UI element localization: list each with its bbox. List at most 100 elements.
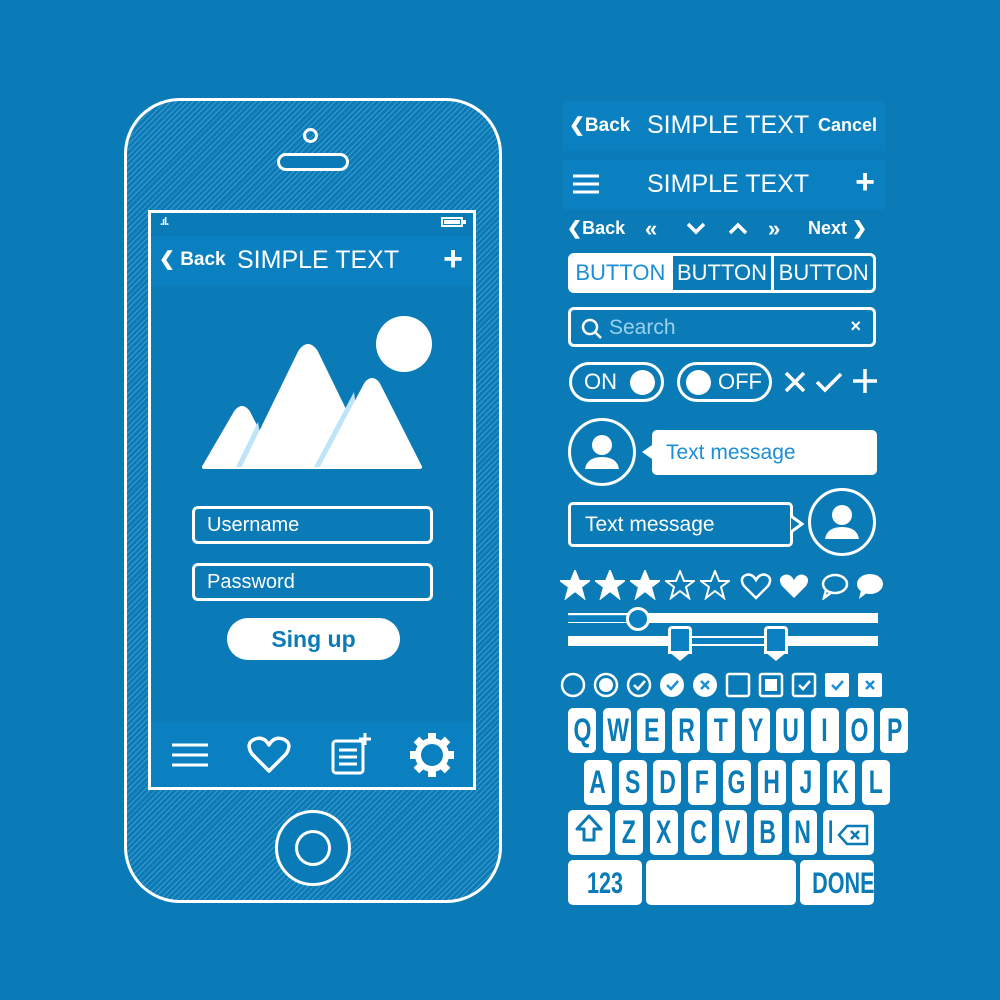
double-chevron-left-icon[interactable]: « bbox=[645, 216, 657, 242]
star-outline-icon[interactable] bbox=[663, 568, 697, 601]
key-x[interactable]: X bbox=[649, 810, 678, 855]
key-k[interactable]: K bbox=[826, 760, 855, 805]
star-rating[interactable] bbox=[558, 568, 735, 605]
shift-key[interactable] bbox=[568, 810, 610, 855]
star-filled-icon[interactable] bbox=[558, 568, 592, 601]
radio-check-outline-icon[interactable] bbox=[626, 672, 652, 698]
key-e[interactable]: E bbox=[637, 708, 666, 753]
key-g[interactable]: G bbox=[722, 760, 751, 805]
comment-outline-icon[interactable] bbox=[820, 572, 850, 600]
slider[interactable] bbox=[568, 607, 878, 631]
key-n[interactable]: N bbox=[788, 810, 817, 855]
navbar-title: SIMPLE TEXT bbox=[647, 170, 810, 198]
segment-2[interactable]: BUTTON bbox=[669, 256, 772, 290]
phone-navbar: ❮ Back SIMPLE TEXT + bbox=[151, 236, 473, 286]
avatar bbox=[568, 418, 636, 486]
done-key[interactable]: DONE bbox=[800, 860, 875, 905]
username-placeholder: Username bbox=[207, 514, 300, 536]
key-d[interactable]: D bbox=[653, 760, 682, 805]
key-f[interactable]: F bbox=[688, 760, 717, 805]
key-c[interactable]: C bbox=[684, 810, 713, 855]
phone-screen bbox=[148, 210, 476, 790]
clear-icon[interactable]: × bbox=[850, 316, 861, 337]
password-field[interactable]: Password bbox=[192, 563, 433, 601]
key-t[interactable]: T bbox=[706, 708, 735, 753]
segment-3[interactable]: BUTTON bbox=[771, 256, 873, 290]
menu-icon[interactable] bbox=[170, 741, 210, 769]
checkbox-check-outline-icon[interactable] bbox=[791, 672, 817, 698]
backspace-icon bbox=[837, 824, 869, 845]
key-q[interactable]: Q bbox=[568, 708, 596, 753]
key-h[interactable]: H bbox=[757, 760, 786, 805]
checkbox-check-filled-icon[interactable] bbox=[824, 672, 850, 698]
segment-1[interactable]: BUTTON bbox=[571, 256, 670, 290]
back-link[interactable]: ❮Back bbox=[567, 218, 625, 239]
signal-icon: .ıl. bbox=[160, 216, 169, 228]
key-b[interactable]: B bbox=[753, 810, 782, 855]
checkbox-empty-icon[interactable] bbox=[725, 672, 751, 698]
chevron-down-icon[interactable] bbox=[685, 218, 707, 243]
star-filled-icon[interactable] bbox=[628, 568, 662, 601]
checkbox-x-filled-icon[interactable] bbox=[857, 672, 883, 698]
next-link[interactable]: Next ❯ bbox=[808, 218, 867, 239]
back-button[interactable]: ❮Back bbox=[569, 114, 630, 137]
star-outline-icon[interactable] bbox=[698, 568, 732, 601]
key-j[interactable]: J bbox=[792, 760, 821, 805]
battery-icon bbox=[441, 217, 466, 227]
outgoing-message-bubble: Text message bbox=[568, 502, 793, 547]
home-button[interactable] bbox=[275, 810, 351, 886]
space-key[interactable] bbox=[646, 860, 796, 905]
key-p[interactable]: P bbox=[880, 708, 909, 753]
username-field[interactable]: Username bbox=[192, 506, 433, 544]
range-slider[interactable] bbox=[568, 626, 878, 661]
hamburger-icon[interactable] bbox=[573, 174, 599, 199]
comment-filled-icon[interactable] bbox=[855, 572, 885, 600]
back-button[interactable]: ❮ Back bbox=[159, 248, 226, 271]
search-input[interactable]: Search × bbox=[568, 307, 876, 347]
key-y[interactable]: Y bbox=[741, 708, 770, 753]
heart-icon[interactable] bbox=[247, 735, 291, 775]
radio-empty-icon[interactable] bbox=[560, 672, 586, 698]
add-note-icon[interactable] bbox=[329, 732, 373, 777]
close-icon[interactable] bbox=[783, 370, 807, 394]
key-a[interactable]: A bbox=[584, 760, 612, 805]
password-placeholder: Password bbox=[207, 571, 295, 593]
settings-gear-icon[interactable] bbox=[410, 732, 455, 777]
plus-icon[interactable]: + bbox=[855, 163, 875, 202]
radio-check-filled-icon[interactable] bbox=[659, 672, 685, 698]
back-label: Back bbox=[582, 218, 626, 238]
slider-knob[interactable] bbox=[626, 607, 651, 631]
check-icon[interactable] bbox=[814, 370, 844, 394]
checkbox-filled-square-icon[interactable] bbox=[758, 672, 784, 698]
heart-filled-icon[interactable] bbox=[778, 572, 810, 600]
key-z[interactable]: Z bbox=[615, 810, 643, 855]
toggle-off[interactable]: OFF bbox=[677, 362, 772, 402]
navbar-title: SIMPLE TEXT bbox=[237, 246, 400, 274]
toggle-on[interactable]: ON bbox=[569, 362, 664, 402]
key-u[interactable]: U bbox=[776, 708, 805, 753]
signup-button[interactable]: Sing up bbox=[227, 618, 400, 660]
backspace-key[interactable] bbox=[832, 810, 874, 855]
star-filled-icon[interactable] bbox=[593, 568, 627, 601]
back-label: Back bbox=[584, 115, 631, 136]
segmented-control: BUTTON BUTTON BUTTON bbox=[568, 253, 876, 293]
range-thumb-high[interactable] bbox=[763, 626, 788, 661]
user-icon bbox=[825, 505, 859, 539]
key-l[interactable]: L bbox=[861, 760, 890, 805]
key-r[interactable]: R bbox=[672, 708, 701, 753]
key-w[interactable]: W bbox=[602, 708, 631, 753]
double-chevron-right-icon[interactable]: » bbox=[768, 216, 780, 242]
plus-icon[interactable]: + bbox=[443, 240, 463, 279]
key-o[interactable]: O bbox=[845, 708, 874, 753]
cancel-button[interactable]: Cancel bbox=[818, 115, 877, 136]
chevron-up-icon[interactable] bbox=[727, 218, 749, 243]
plus-icon[interactable] bbox=[852, 368, 878, 394]
heart-outline-icon[interactable] bbox=[740, 572, 772, 600]
range-thumb-low[interactable] bbox=[667, 626, 692, 661]
numbers-key[interactable]: 123 bbox=[568, 860, 642, 905]
key-s[interactable]: S bbox=[618, 760, 647, 805]
key-i[interactable]: I bbox=[810, 708, 839, 753]
key-v[interactable]: V bbox=[719, 810, 748, 855]
radio-x-filled-icon[interactable] bbox=[692, 672, 718, 698]
radio-selected-icon[interactable] bbox=[593, 672, 619, 698]
